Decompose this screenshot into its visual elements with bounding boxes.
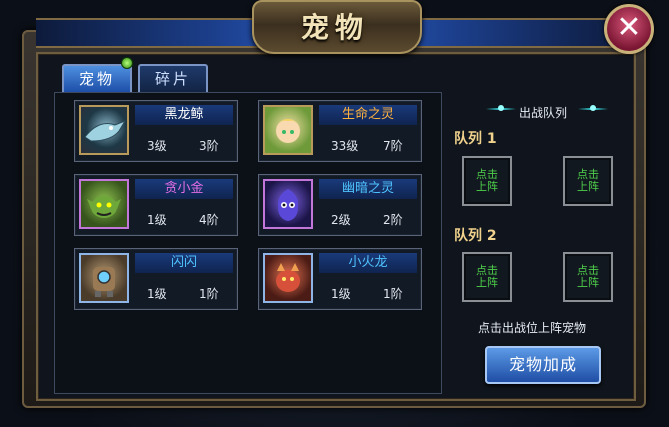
queue-2-label: 队列 2 [454,228,497,244]
pet-card[interactable]: 贪小金 1级 4阶 [74,174,238,236]
queue-2-slot-1[interactable]: 点击 上阵 [462,252,512,302]
robot-icon [93,267,115,297]
dark-spirit-avatar [263,179,313,229]
pet-card[interactable]: 闪闪 1级 1阶 [74,248,238,310]
window-title: 宠物 [300,11,369,44]
slot-hint: 点击 上阵 [577,264,599,289]
slot-hint: 点击 上阵 [476,168,498,193]
sparkle-icon [578,105,608,111]
pet-card[interactable]: 黑龙鲸 3级 3阶 [74,100,238,162]
pet-name: 贪小金 [135,179,233,199]
battle-hint-text: 点击出战位上阵宠物 [478,321,587,335]
pet-name: 幽暗之灵 [319,179,417,199]
life-spirit-avatar [263,105,313,155]
pet-name: 生命之灵 [319,105,417,125]
pet-card[interactable]: 幽暗之灵 2级 2阶 [258,174,422,236]
tab-pets[interactable]: 宠物 [62,64,132,92]
pet-name: 小火龙 [319,253,417,273]
black-dragon-whale-icon [84,119,127,142]
pet-bonus-button[interactable]: 宠物加成 [485,346,601,384]
fire-dragon-icon [276,263,300,292]
battle-queue-title: 出战队列 [518,106,567,120]
pet-level: 1级 [147,287,167,301]
notification-dot-icon [121,57,133,69]
queue-1-slot-2[interactable]: 点击 上阵 [563,156,613,206]
pet-rank: 3阶 [199,139,219,153]
robot-avatar [79,253,129,303]
close-icon: ✕ [616,10,642,45]
pet-rank: 1阶 [199,287,219,301]
dark-spirit-icon [277,189,299,221]
pet-card[interactable]: 生命之灵 33级 7阶 [258,100,422,162]
slot-hint: 点击 上阵 [476,264,498,289]
fire-dragon-avatar [263,253,313,303]
pet-level: 33级 [331,139,359,153]
black-dragon-whale-avatar [79,105,129,155]
pet-level: 1级 [147,213,167,227]
slot-hint: 点击 上阵 [577,168,599,193]
pet-rank: 2阶 [383,213,403,227]
pet-rank: 7阶 [383,139,403,153]
pet-level: 2级 [331,213,351,227]
tab-fragments[interactable]: 碎片 [138,64,208,92]
pet-card[interactable]: 小火龙 1级 1阶 [258,248,422,310]
life-spirit-icon [275,119,301,143]
goblin-avatar [79,179,129,229]
pet-rank: 4阶 [199,213,219,227]
pet-level: 1级 [331,287,351,301]
queue-2-slot-2[interactable]: 点击 上阵 [563,252,613,302]
pet-name: 闪闪 [135,253,233,273]
queue-1-slot-1[interactable]: 点击 上阵 [462,156,512,206]
pet-rank: 1阶 [383,287,403,301]
pet-level: 3级 [147,139,167,153]
pet-name: 黑龙鲸 [135,105,233,125]
queue-1-label: 队列 1 [454,131,497,147]
close-button[interactable]: ✕ [604,4,654,54]
goblin-icon [87,196,121,218]
